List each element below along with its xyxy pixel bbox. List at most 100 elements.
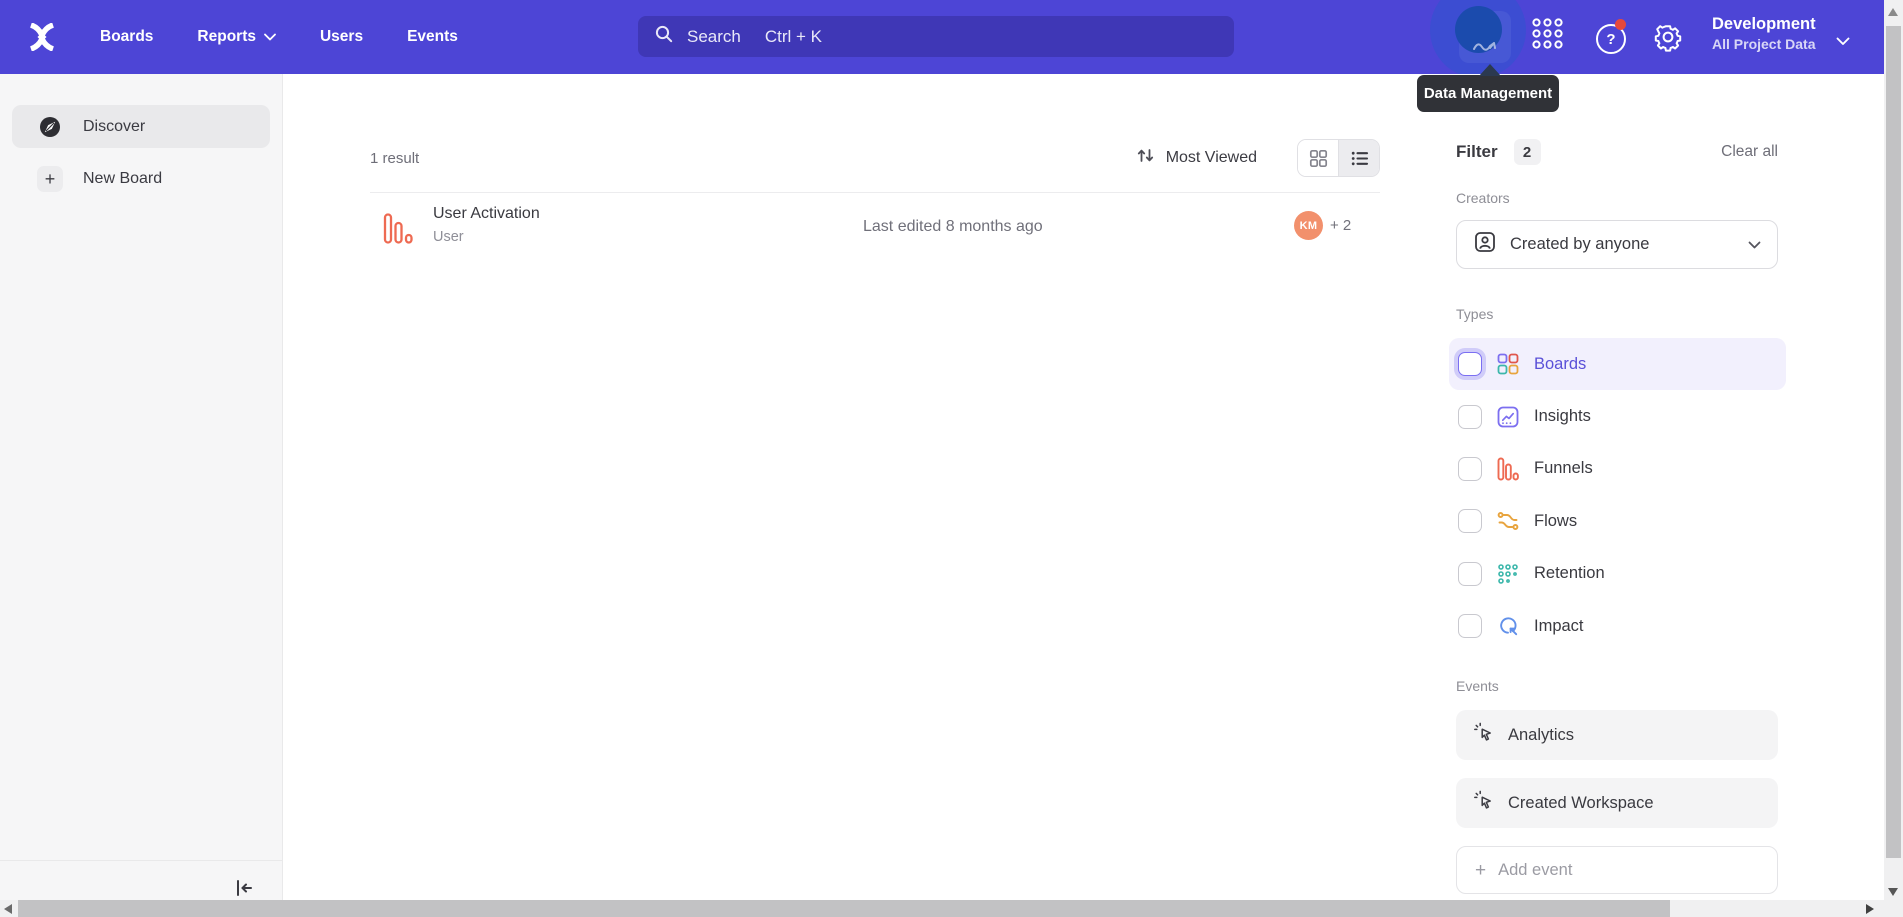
nav-item-users[interactable]: Users: [320, 28, 363, 46]
horizontal-scrollbar[interactable]: [0, 900, 1884, 917]
top-navbar: Boards Reports Users Events Search Ctrl …: [0, 0, 1903, 74]
tooltip-label: Data Management: [1424, 85, 1552, 102]
more-collaborators: + 2: [1330, 217, 1351, 234]
nav-item-label: Events: [407, 28, 458, 46]
list-view-button[interactable]: [1338, 140, 1379, 176]
left-sidebar: Discover + New Board: [0, 74, 283, 917]
chevron-down-icon: [264, 28, 276, 46]
event-filter-created-workspace[interactable]: Created Workspace: [1456, 778, 1778, 828]
type-row-flows[interactable]: Flows: [1449, 495, 1786, 547]
sidebar-footer-divider: [0, 860, 282, 861]
clear-all-button[interactable]: Clear all: [1721, 143, 1778, 161]
search-shortcut-hint: Ctrl + K: [765, 27, 822, 47]
impact-target-icon: [1497, 615, 1519, 637]
type-label: Boards: [1534, 355, 1586, 374]
search-placeholder: Search: [687, 27, 741, 47]
primary-nav: Boards Reports Users Events: [100, 0, 458, 74]
funnel-bars-icon: [1497, 457, 1519, 481]
nav-item-events[interactable]: Events: [407, 28, 458, 46]
add-event-button[interactable]: + Add event: [1456, 846, 1778, 894]
sidebar-item-label: Discover: [83, 118, 145, 136]
sidebar-item-new-board[interactable]: + New Board: [12, 157, 270, 200]
apps-grid-icon[interactable]: [1531, 17, 1564, 55]
avatar[interactable]: KM: [1294, 211, 1323, 240]
type-label: Impact: [1534, 617, 1584, 636]
vertical-scrollbar-thumb[interactable]: [1886, 26, 1901, 858]
nav-item-reports[interactable]: Reports: [197, 28, 276, 46]
creators-section-label: Creators: [1456, 190, 1510, 206]
event-filter-analytics[interactable]: Analytics: [1456, 710, 1778, 760]
sidebar-item-label: New Board: [83, 170, 162, 188]
type-row-funnels[interactable]: Funnels: [1449, 443, 1786, 495]
result-last-edited: Last edited 8 months ago: [863, 218, 1043, 236]
results-toolbar: 1 result Most Viewed: [370, 139, 1380, 177]
settings-gear-icon[interactable]: [1653, 22, 1683, 57]
result-subtitle: User: [433, 229, 540, 245]
types-section-label: Types: [1456, 306, 1493, 322]
data-management-icon: [1472, 38, 1498, 59]
sort-dropdown[interactable]: Most Viewed: [1136, 146, 1297, 170]
checkbox-funnels[interactable]: [1458, 457, 1482, 481]
vertical-scrollbar[interactable]: [1884, 0, 1903, 917]
sidebar-item-discover[interactable]: Discover: [12, 105, 270, 148]
retention-dots-icon: [1497, 563, 1519, 585]
scroll-down-arrow-icon[interactable]: [1888, 888, 1898, 896]
compass-icon: [37, 116, 63, 138]
checkbox-retention[interactable]: [1458, 562, 1482, 586]
checkbox-boards[interactable]: [1458, 352, 1482, 376]
app-root: Boards Reports Users Events Search Ctrl …: [0, 0, 1903, 917]
filter-count-badge: 2: [1514, 139, 1541, 165]
cursor-click-icon: [1474, 790, 1495, 816]
cursor-click-icon: [1474, 722, 1495, 748]
result-row-user-activation[interactable]: User Activation User Last edited 8 month…: [370, 200, 1380, 258]
funnel-report-icon: [383, 212, 413, 250]
event-label: Analytics: [1508, 726, 1574, 745]
plus-icon: +: [1475, 861, 1486, 880]
scroll-left-arrow-icon[interactable]: [4, 904, 12, 914]
global-search-input[interactable]: Search Ctrl + K: [638, 16, 1234, 57]
collapse-panel-icon: [234, 879, 254, 902]
notification-dot: [1615, 19, 1626, 30]
mixpanel-logo-icon[interactable]: [27, 23, 57, 51]
view-mode-toggle: [1297, 139, 1380, 177]
type-filter-list: Boards Insights: [1449, 338, 1786, 652]
project-switcher[interactable]: Development All Project Data: [1712, 14, 1816, 54]
insights-chart-icon: [1497, 406, 1519, 428]
result-count: 1 result: [370, 150, 419, 167]
flow-waves-icon: [1497, 510, 1519, 532]
nav-item-label: Users: [320, 28, 363, 46]
nav-item-label: Reports: [197, 28, 256, 46]
filter-title: Filter: [1456, 142, 1498, 162]
checkbox-insights[interactable]: [1458, 405, 1482, 429]
result-title: User Activation: [433, 205, 540, 223]
scroll-right-arrow-icon[interactable]: [1866, 904, 1874, 914]
type-row-boards[interactable]: Boards: [1449, 338, 1786, 390]
data-management-tooltip: Data Management: [1417, 75, 1559, 112]
creators-selected-value: Created by anyone: [1510, 235, 1649, 254]
type-row-retention[interactable]: Retention: [1449, 548, 1786, 600]
checkbox-impact[interactable]: [1458, 614, 1482, 638]
project-name: Development: [1712, 14, 1816, 35]
boards-grid-icon: [1497, 353, 1519, 375]
person-card-icon: [1474, 231, 1496, 258]
project-scope: All Project Data: [1712, 35, 1816, 53]
nav-item-boards[interactable]: Boards: [100, 28, 153, 46]
help-glyph: ?: [1606, 31, 1615, 48]
type-label: Flows: [1534, 512, 1577, 531]
add-event-label: Add event: [1498, 861, 1572, 880]
results-divider: [370, 192, 1380, 193]
checkbox-flows[interactable]: [1458, 509, 1482, 533]
horizontal-scrollbar-thumb[interactable]: [18, 900, 1670, 917]
filter-panel-header: Filter 2 Clear all: [1456, 136, 1778, 168]
events-section-label: Events: [1456, 678, 1499, 694]
type-row-insights[interactable]: Insights: [1449, 390, 1786, 442]
search-icon: [654, 24, 674, 49]
grid-view-button[interactable]: [1298, 140, 1338, 176]
type-label: Retention: [1534, 564, 1605, 583]
creators-dropdown[interactable]: Created by anyone: [1456, 220, 1778, 269]
type-row-impact[interactable]: Impact: [1449, 600, 1786, 652]
scroll-up-arrow-icon[interactable]: [1888, 8, 1898, 16]
nav-item-label: Boards: [100, 28, 153, 46]
chevron-down-icon[interactable]: [1836, 33, 1850, 51]
sort-arrows-icon: [1136, 146, 1156, 170]
